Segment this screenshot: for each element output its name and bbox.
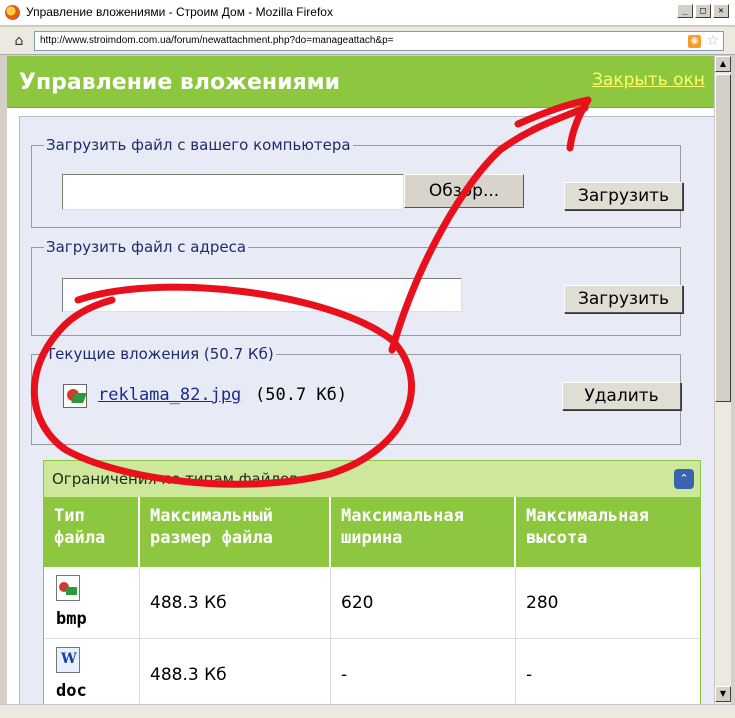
firefox-icon bbox=[5, 5, 20, 20]
attachment-size: (50.7 Кб) bbox=[255, 385, 348, 405]
url-input[interactable] bbox=[62, 278, 462, 312]
column-header-max-size: Максимальный размер файла bbox=[140, 497, 329, 567]
attachment-link[interactable]: reklama_82.jpg bbox=[98, 385, 241, 405]
upload-local-button[interactable]: Загрузить bbox=[564, 182, 683, 210]
minimize-button[interactable]: _ bbox=[677, 4, 693, 18]
rss-icon[interactable]: ◉ bbox=[688, 35, 701, 48]
file-type-limits-table: Ограничения по типам файлов ⌃ Тип файла … bbox=[43, 460, 701, 704]
window-title: Управление вложениями - Строим Дом - Moz… bbox=[26, 5, 333, 19]
limits-header: Ограничения по типам файлов ⌃ bbox=[44, 461, 700, 497]
page-viewport: Управление вложениями Закрыть окн Загруз… bbox=[7, 56, 714, 704]
doc-file-icon bbox=[56, 647, 80, 673]
url-field[interactable]: http://www.stroimdom.com.ua/forum/newatt… bbox=[34, 31, 724, 51]
window-controls: _ □ ✕ bbox=[677, 4, 729, 18]
column-header-type: Тип файла bbox=[44, 497, 138, 567]
limits-title: Ограничения по типам файлов bbox=[52, 470, 299, 488]
close-window-link[interactable]: Закрыть окн bbox=[592, 70, 705, 90]
scroll-thumb[interactable] bbox=[715, 74, 731, 402]
column-header-max-width: Максимальная ширина bbox=[331, 497, 514, 567]
browse-button[interactable]: Обзор... bbox=[404, 174, 524, 208]
bmp-file-icon bbox=[56, 575, 80, 601]
table-cell-width: - bbox=[331, 639, 516, 704]
table-cell-height: - bbox=[516, 639, 700, 704]
upload-url-button[interactable]: Загрузить bbox=[564, 285, 683, 313]
window-titlebar: Управление вложениями - Строим Дом - Moz… bbox=[0, 0, 735, 26]
home-icon[interactable]: ⌂ bbox=[10, 32, 28, 50]
scroll-up-icon[interactable]: ▲ bbox=[715, 56, 731, 72]
table-cell-size: 488.3 Кб bbox=[140, 639, 331, 704]
page-title: Управление вложениями bbox=[19, 70, 341, 95]
image-file-icon bbox=[63, 384, 87, 408]
bookmark-star-icon[interactable]: ☆ bbox=[706, 33, 719, 49]
delete-attachment-button[interactable]: Удалить bbox=[562, 382, 681, 410]
upload-local-legend: Загрузить файл с вашего компьютера bbox=[46, 136, 351, 154]
table-row-type-cell: doc bbox=[44, 639, 140, 704]
file-type-label: doc bbox=[56, 681, 87, 701]
page-header: Управление вложениями Закрыть окн bbox=[7, 56, 714, 108]
current-attachments-legend: Текущие вложения (50.7 Кб) bbox=[46, 345, 274, 363]
url-text: http://www.stroimdom.com.ua/forum/newatt… bbox=[40, 35, 394, 46]
table-cell-width: 620 bbox=[331, 567, 516, 639]
address-bar: ⌂ http://www.stroimdom.com.ua/forum/newa… bbox=[0, 27, 735, 55]
table-cell-size: 488.3 Кб bbox=[140, 567, 331, 639]
maximize-button[interactable]: □ bbox=[695, 4, 711, 18]
file-type-label: bmp bbox=[56, 609, 87, 629]
column-header-max-height: Максимальная высота bbox=[516, 497, 700, 567]
collapse-icon[interactable]: ⌃ bbox=[674, 469, 694, 489]
table-cell-height: 280 bbox=[516, 567, 700, 639]
table-row-type-cell: bmp bbox=[44, 567, 140, 639]
upload-url-legend: Загрузить файл с адреса bbox=[46, 238, 247, 256]
close-window-button[interactable]: ✕ bbox=[713, 4, 729, 18]
vertical-scrollbar[interactable]: ▲ ▼ bbox=[714, 56, 731, 704]
status-bar bbox=[0, 704, 735, 718]
scroll-down-icon[interactable]: ▼ bbox=[715, 686, 731, 702]
local-file-input[interactable] bbox=[62, 174, 404, 210]
